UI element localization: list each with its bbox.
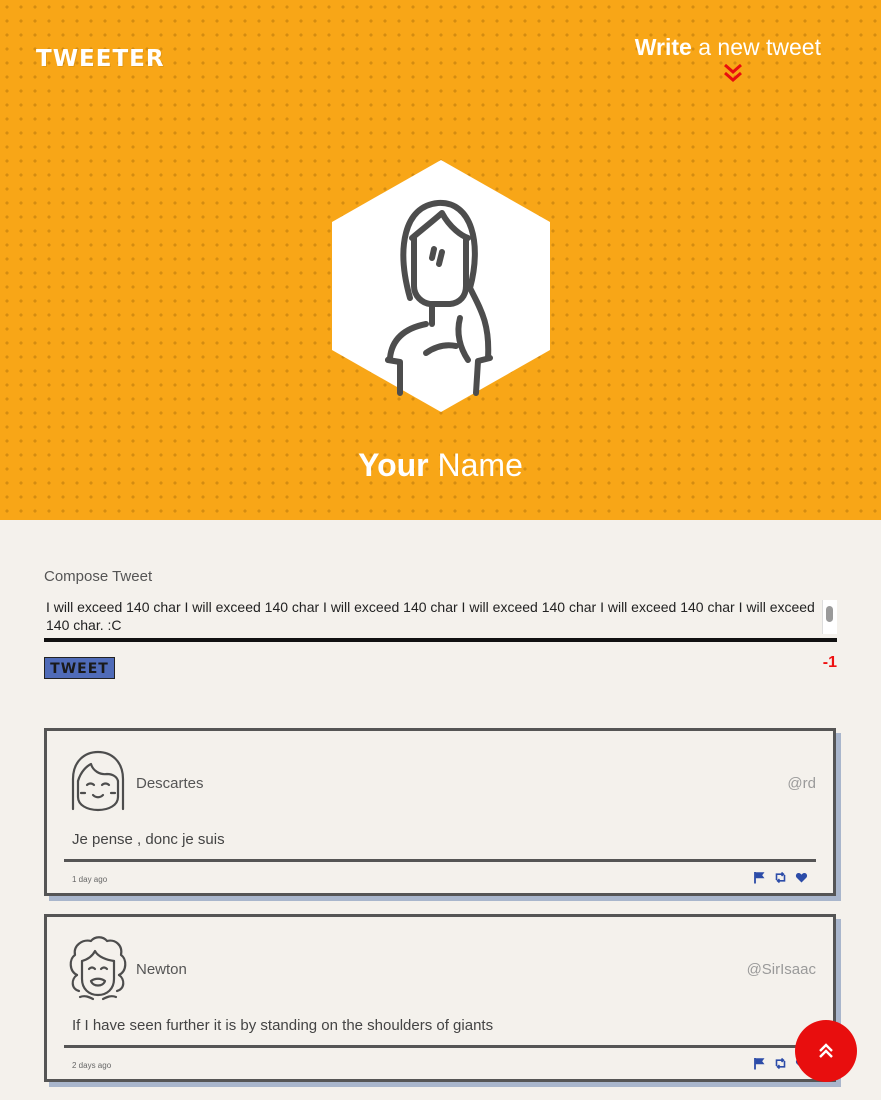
newton-avatar-icon: [69, 936, 127, 1001]
tweet-actions: [753, 871, 808, 884]
tweet-author[interactable]: Newton: [136, 961, 187, 978]
tweet-card: Descartes @rd Je pense , donc je suis 1 …: [44, 728, 836, 896]
tweet-card: Newton @SirIsaac If I have seen further …: [44, 914, 836, 1082]
tweet-timestamp: 1 day ago: [72, 875, 108, 884]
tweet-text: If I have seen further it is by standing…: [72, 1017, 494, 1034]
profile-name-bold: Your: [358, 447, 429, 483]
tweet-timestamp: 2 days ago: [72, 1061, 112, 1070]
retweet-icon[interactable]: [774, 871, 787, 884]
app-logo[interactable]: TWEETER: [36, 46, 165, 72]
profile-avatar: [332, 160, 550, 412]
textarea-scrollbar[interactable]: [822, 600, 837, 634]
double-chevron-up-icon: [819, 1043, 833, 1058]
character-counter: -1: [822, 654, 837, 671]
heart-icon[interactable]: [795, 871, 808, 884]
descartes-avatar-icon: [71, 750, 125, 812]
scroll-to-top-button[interactable]: [795, 1020, 857, 1082]
profile-name: Your Name: [0, 447, 881, 484]
tweet-author[interactable]: Descartes: [136, 775, 204, 792]
flag-icon[interactable]: [753, 1057, 766, 1070]
compose-label: Compose Tweet: [44, 568, 153, 585]
tweet-text: Je pense , donc je suis: [72, 831, 225, 848]
compose-field-wrapper: I will exceed 140 char I will exceed 140…: [44, 598, 837, 642]
tweet-divider: [64, 1045, 816, 1048]
compose-textarea[interactable]: I will exceed 140 char I will exceed 140…: [44, 598, 821, 638]
write-link-rest: a new tweet: [691, 34, 821, 60]
tweet-handle[interactable]: @rd: [787, 775, 816, 792]
tweet-button[interactable]: TWEET: [44, 657, 115, 679]
flag-icon[interactable]: [753, 871, 766, 884]
write-link-bold: Write: [634, 34, 692, 60]
tweet-handle[interactable]: @SirIsaac: [747, 961, 816, 978]
retweet-icon[interactable]: [774, 1057, 787, 1070]
tweet-divider: [64, 859, 816, 862]
profile-header: TWEETER Write a new tweet Your Name: [0, 0, 881, 520]
textarea-scrollbar-thumb[interactable]: [826, 606, 833, 622]
write-tweet-link[interactable]: Write a new tweet: [635, 34, 821, 61]
profile-name-rest: Name: [428, 447, 523, 483]
double-chevron-down-icon[interactable]: [722, 62, 744, 84]
